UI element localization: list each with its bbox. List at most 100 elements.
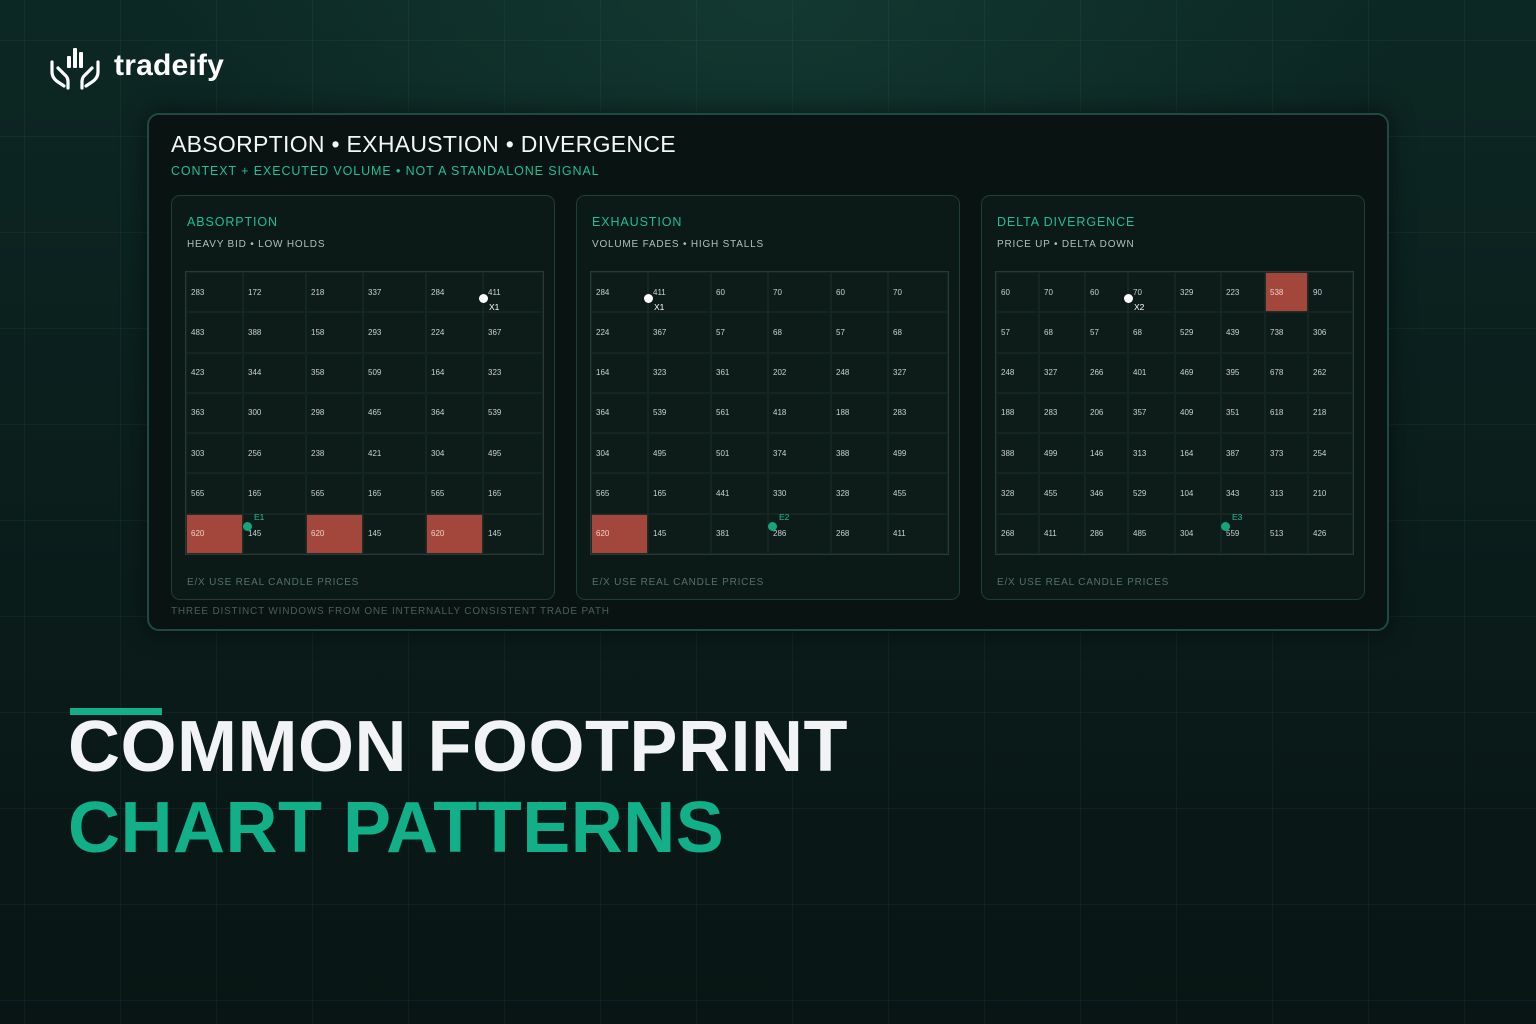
- footprint-cell: 329: [1175, 272, 1221, 313]
- footprint-cell: 421: [363, 433, 426, 474]
- footprint-cell: 539: [648, 392, 711, 434]
- entry-marker: [243, 521, 252, 531]
- footprint-cell: 561: [711, 392, 768, 434]
- footprint-cell: 388: [831, 433, 888, 474]
- footprint-cell: 364: [591, 392, 648, 434]
- footprint-cell: 367: [648, 312, 711, 353]
- footprint-cell: 248: [831, 352, 888, 393]
- footprint-cell: 188: [831, 392, 888, 434]
- footprint-cell: 346: [1085, 473, 1128, 514]
- footprint-cell: 529: [1128, 473, 1175, 514]
- footprint-cell: 513: [1265, 513, 1308, 554]
- footprint-cell: 620: [306, 513, 363, 554]
- footprint-cell: 495: [648, 433, 711, 474]
- brand-logo[interactable]: tradeify: [48, 42, 224, 90]
- footprint-cell: 327: [888, 352, 948, 393]
- card-subtitle: VOLUME FADES • HIGH STALLS: [592, 239, 764, 250]
- footprint-cell: 57: [996, 312, 1039, 353]
- footprint-cell: 620: [186, 513, 243, 554]
- footprint-cell: 483: [186, 312, 243, 353]
- footprint-cell: 172: [243, 272, 306, 313]
- footprint-cell: 60: [1085, 272, 1128, 313]
- footprint-cell: 68: [1128, 312, 1175, 353]
- footprint-grid: 60 70 60 70 329 223 538 90 57 68 57 68 529 439 738 306 2…: [995, 271, 1354, 555]
- footprint-cell: 283: [186, 272, 243, 313]
- footprint-cell: 363: [186, 392, 243, 434]
- footprint-cell: 303: [186, 433, 243, 474]
- footprint-cell: 210: [1308, 473, 1353, 514]
- footprint-cell: 306: [1308, 312, 1353, 353]
- footprint-cell: 164: [426, 352, 483, 393]
- footprint-cell: 565: [591, 473, 648, 514]
- footprint-cell: 60: [831, 272, 888, 313]
- panel-footer: THREE DISTINCT WINDOWS FROM ONE INTERNAL…: [171, 606, 610, 617]
- footprint-cell: 344: [243, 352, 306, 393]
- footprint-cell: 286: [768, 513, 831, 554]
- footprint-cell: 387: [1221, 433, 1265, 474]
- footprint-cell: 254: [1308, 433, 1353, 474]
- footprint-cell: 418: [768, 392, 831, 434]
- footprint-cell: 218: [1308, 392, 1353, 434]
- footprint-cell: 620: [591, 513, 648, 554]
- footprint-cell: 248: [996, 352, 1039, 393]
- panel-title: ABSORPTION • EXHAUSTION • DIVERGENCE: [171, 131, 676, 157]
- footprint-cell: 618: [1265, 392, 1308, 434]
- footprint-cell: 298: [306, 392, 363, 434]
- footprint-cell: 284: [591, 272, 648, 313]
- footprint-cell: 381: [711, 513, 768, 554]
- footprint-cell: 395: [1221, 352, 1265, 393]
- footprint-cell: 439: [1221, 312, 1265, 353]
- footprint-cell: 738: [1265, 312, 1308, 353]
- footprint-cell: 165: [648, 473, 711, 514]
- footprint-cell: 268: [996, 513, 1039, 554]
- footprint-cell: 188: [996, 392, 1039, 434]
- footprint-cell: 284: [426, 272, 483, 313]
- footprint-cell: 401: [1128, 352, 1175, 393]
- footprint-cell: 60: [711, 272, 768, 313]
- footprint-cell: 145: [648, 513, 711, 554]
- footprint-cell: 283: [1039, 392, 1085, 434]
- card-absorption: ABSORPTION HEAVY BID • LOW HOLDS 283 172 2…: [171, 195, 555, 600]
- footprint-cell: 304: [591, 433, 648, 474]
- footprint-cell: 367: [483, 312, 543, 353]
- footprint-cell: 509: [363, 352, 426, 393]
- footprint-cell: 620: [426, 513, 483, 554]
- footprint-cell: 266: [1085, 352, 1128, 393]
- footprint-cell: 70: [888, 272, 948, 313]
- footprint-cell: 268: [831, 513, 888, 554]
- footprint-cell: 411: [1039, 513, 1085, 554]
- footprint-cell: 57: [831, 312, 888, 353]
- footprint-cell: 455: [1039, 473, 1085, 514]
- headline-line-2: CHART PATTERNS: [68, 788, 725, 868]
- entry-marker: [768, 521, 777, 531]
- footprint-cell: 165: [483, 473, 543, 514]
- hands-chart-icon: [50, 48, 100, 90]
- footprint-cell: 262: [1308, 352, 1353, 393]
- card-note: E/X USE REAL CANDLE PRICES: [592, 577, 765, 588]
- footprint-cell: 224: [426, 312, 483, 353]
- footprint-cell: 373: [1265, 433, 1308, 474]
- footprint-cell: 328: [996, 473, 1039, 514]
- footprint-cell: 465: [363, 392, 426, 434]
- footprint-grid: 284 411 60 70 60 70 224 367 57 68 57 68 164 323 361 202…: [590, 271, 949, 555]
- footprint-cell: 469: [1175, 352, 1221, 393]
- footprint-cell: 328: [831, 473, 888, 514]
- entry-marker-label: E1: [254, 511, 265, 522]
- footprint-cell: 104: [1175, 473, 1221, 514]
- footprint-cell: 57: [1085, 312, 1128, 353]
- footprint-cell: 358: [306, 352, 363, 393]
- card-exhaustion: EXHAUSTION VOLUME FADES • HIGH STALLS 28…: [576, 195, 960, 600]
- footprint-cell: 70: [1039, 272, 1085, 313]
- footprint-cell: 146: [1085, 433, 1128, 474]
- card-delta-divergence: DELTA DIVERGENCE PRICE UP • DELTA DOWN 6…: [981, 195, 1365, 600]
- card-note: E/X USE REAL CANDLE PRICES: [187, 577, 360, 588]
- footprint-cell: 374: [768, 433, 831, 474]
- footprint-cell: 337: [363, 272, 426, 313]
- footprint-cell: 313: [1128, 433, 1175, 474]
- footprint-cell: 323: [648, 352, 711, 393]
- card-title: ABSORPTION: [187, 215, 278, 229]
- footprint-cell: 501: [711, 433, 768, 474]
- footprint-cell: 323: [483, 352, 543, 393]
- footprint-cell: 60: [996, 272, 1039, 313]
- footprint-cell: 538: [1265, 272, 1308, 313]
